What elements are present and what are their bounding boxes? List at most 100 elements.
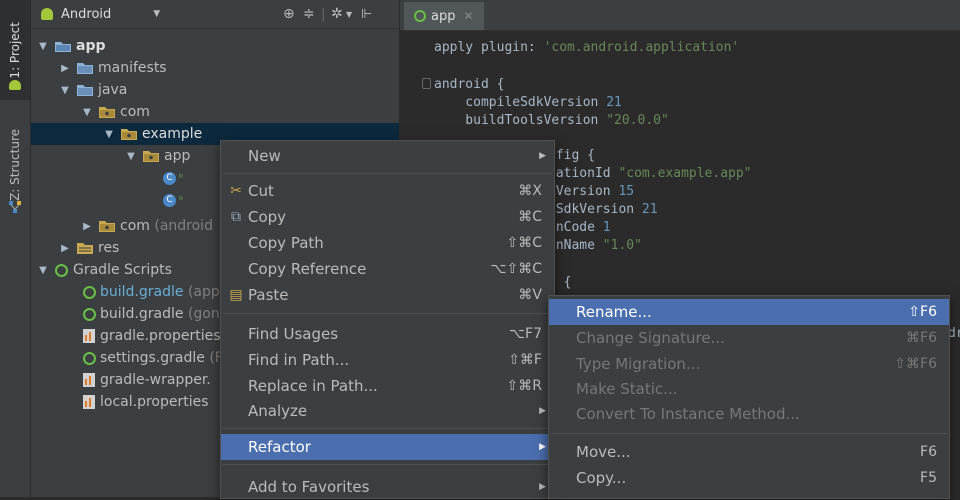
hide-icon[interactable]: ⊩ — [361, 7, 372, 22]
menu-item-label: Copy — [248, 208, 287, 226]
chevron-down-icon[interactable]: ▼ — [153, 9, 160, 19]
collapsed-icon: ▶ — [61, 242, 69, 254]
expanded-icon: ▼ — [39, 40, 47, 52]
menu-item-shortcut: ⌥⇧⌘C — [490, 261, 542, 277]
menu-item-shortcut: ⇧F6 — [908, 304, 937, 320]
tree-item-label: manifests — [98, 60, 167, 76]
code-line: kVersion 15 — [548, 184, 635, 199]
menu-item-analyze[interactable]: Analyze ▶ — [221, 398, 554, 424]
menu-item-type-migration: Type Migration... ⇧⌘F6 — [549, 351, 949, 377]
menu-item-label: Paste — [248, 286, 289, 304]
collapsed-icon: ▶ — [83, 220, 91, 232]
tree-item-extra: (android — [154, 218, 213, 234]
collapse-icon[interactable]: ≑ — [303, 6, 315, 22]
tree-item-label: app — [76, 38, 106, 54]
tree-item-label: app — [164, 148, 191, 164]
menu-item-find-in-path[interactable]: Find in Path... ⇧⌘F — [221, 347, 554, 373]
editor-tab-app[interactable]: app ✕ — [404, 2, 484, 30]
scissors-icon: ✂ — [230, 183, 242, 199]
menu-item-refactor[interactable]: Refactor ▶ — [221, 434, 554, 460]
menu-item-copy-reference[interactable]: Copy Reference ⌥⇧⌘C — [221, 256, 554, 282]
package-icon — [121, 128, 137, 140]
menu-item-label: New — [248, 147, 281, 165]
structure-tool-tab-label: Z: Structure — [8, 129, 22, 201]
menu-item-cut[interactable]: ✂ Cut ⌘X — [221, 178, 554, 204]
code-line: tSdkVersion 21 — [548, 202, 658, 217]
expanded-icon: ▼ — [61, 84, 69, 96]
class-icon: C — [163, 193, 176, 207]
tree-item-label: com — [120, 218, 150, 234]
menu-item-label: Move... — [576, 443, 631, 461]
menu-item-shortcut: ⇧⌘F6 — [894, 356, 937, 372]
menu-separator — [223, 428, 552, 429]
paste-icon: ▤ — [229, 287, 243, 303]
menu-item-add-to-favorites[interactable]: Add to Favorites ▶ — [221, 474, 554, 500]
expanded-icon: ▼ — [83, 106, 91, 118]
menu-item-label: Copy Reference — [248, 260, 367, 278]
lock-icon: ᵇ — [179, 194, 184, 206]
tree-item-label: build.gradle — [100, 306, 184, 322]
menu-item-shortcut: ⇧⌘F — [508, 352, 542, 368]
menu-item-copy[interactable]: ⧉ Copy ⌘C — [221, 204, 554, 230]
tree-item-label: gradle-wrapper. — [100, 372, 211, 388]
gradle-icon — [414, 10, 426, 22]
package-icon — [99, 106, 115, 118]
folder-icon — [77, 84, 93, 96]
tree-item-label: java — [98, 82, 128, 98]
menu-item-label: Cut — [248, 182, 274, 200]
tree-item-label: local.properties — [100, 394, 209, 410]
menu-item-copy-refactor[interactable]: Copy... F5 — [549, 465, 949, 491]
menu-item-paste[interactable]: ▤ Paste ⌘V — [221, 282, 554, 308]
structure-icon — [9, 201, 21, 213]
tree-item-label: res — [98, 240, 120, 256]
gradle-icon — [83, 307, 96, 321]
editor-tab-label: app — [431, 8, 456, 24]
module-folder-icon — [55, 40, 71, 52]
folder-icon — [77, 62, 93, 74]
submenu-arrow-icon: ▶ — [539, 151, 546, 161]
menu-item-label: Replace in Path... — [248, 377, 378, 395]
code-line: android { — [434, 77, 505, 92]
close-icon[interactable]: ✕ — [463, 9, 473, 23]
properties-file-icon — [83, 329, 95, 343]
gradle-icon — [83, 285, 96, 299]
submenu-arrow-icon: ▶ — [539, 442, 546, 452]
code-line: onCode 1 — [548, 220, 611, 235]
menu-item-label: Refactor — [248, 438, 311, 456]
context-menu: New ▶ ✂ Cut ⌘X ⧉ Copy ⌘C Copy Path ⇧⌘C C… — [220, 140, 555, 499]
resources-folder-icon — [77, 242, 93, 254]
tree-item-extra: (gon — [187, 306, 220, 322]
project-toolbar: Android ▼ ⊕ ≑ | ✲ ▼ ⊩ — [31, 0, 399, 29]
menu-item-replace-in-path[interactable]: Replace in Path... ⇧⌘R — [221, 373, 554, 399]
tree-item-manifests[interactable]: ▶ manifests — [31, 57, 399, 79]
menu-item-move[interactable]: Move... F6 — [549, 439, 949, 465]
editor-tab-bar: app ✕ — [400, 0, 960, 31]
tree-item-label: settings.gradle — [100, 350, 205, 366]
submenu-arrow-icon: ▶ — [539, 406, 546, 416]
view-selector[interactable]: Android — [61, 7, 111, 22]
menu-item-shortcut: F5 — [920, 470, 937, 486]
menu-item-label: Make Static... — [576, 380, 678, 398]
fold-icon[interactable] — [422, 78, 431, 89]
menu-item-rename[interactable]: Rename... ⇧F6 — [549, 299, 949, 325]
expanded-icon: ▼ — [39, 264, 47, 276]
tree-item-label: com — [120, 104, 150, 120]
menu-item-copy-path[interactable]: Copy Path ⇧⌘C — [221, 230, 554, 256]
menu-item-label: Change Signature... — [576, 329, 725, 347]
properties-file-icon — [83, 395, 95, 409]
class-icon: C — [163, 171, 176, 185]
gear-icon[interactable]: ✲ — [331, 6, 343, 22]
tree-item-java[interactable]: ▼ java — [31, 79, 399, 101]
tree-item-com[interactable]: ▼ com — [31, 101, 399, 123]
target-icon[interactable]: ⊕ — [283, 6, 295, 22]
menu-item-find-usages[interactable]: Find Usages ⌥F7 — [221, 321, 554, 347]
code-line: buildToolsVersion "20.0.0" — [434, 113, 669, 128]
menu-item-new[interactable]: New ▶ — [221, 143, 554, 169]
tree-item-app-module[interactable]: ▼ app — [31, 35, 399, 57]
refactor-submenu: Rename... ⇧F6 Change Signature... ⌘F6 Ty… — [548, 295, 950, 499]
menu-separator — [223, 313, 552, 314]
menu-item-change-signature: Change Signature... ⌘F6 — [549, 325, 949, 351]
properties-file-icon — [83, 373, 95, 387]
package-icon — [143, 150, 159, 162]
settings-chevron-icon[interactable]: ▼ — [346, 10, 352, 19]
